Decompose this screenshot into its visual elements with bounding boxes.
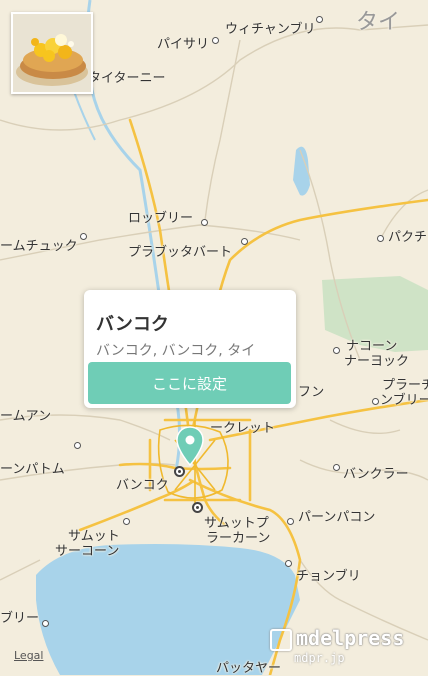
- city-marker: [372, 398, 379, 405]
- city-marker: [201, 219, 208, 226]
- map-label-fun: フン: [298, 385, 325, 400]
- city-marker: [333, 464, 340, 471]
- map-label-prachin2: ンブリー: [380, 393, 428, 408]
- map-label-tai: タイ: [356, 10, 401, 35]
- map-label-mamuan: ームアン: [0, 409, 52, 424]
- map-label-chuck: ームチュック: [0, 239, 78, 254]
- city-marker: [377, 235, 384, 242]
- watermark-logo-icon: [270, 628, 292, 651]
- map-label-samutp2: ラーカーン: [206, 531, 271, 546]
- thumbnail-photo[interactable]: [11, 12, 93, 94]
- map-label-samut2: サーコーン: [55, 544, 120, 559]
- watermark-text: mdelpress: [296, 626, 405, 650]
- map-label-bangkok: バンコク: [116, 478, 169, 493]
- pancake-image: [13, 14, 91, 92]
- city-marker: [212, 37, 219, 44]
- map-label-bangkra: バンクラー: [343, 467, 409, 482]
- location-pin-icon[interactable]: [175, 425, 205, 467]
- map-label-pathum: ーンパトム: [0, 462, 65, 477]
- set-here-button[interactable]: ここに設定: [88, 362, 291, 404]
- city-marker: [123, 518, 130, 525]
- legal-link[interactable]: Legal: [14, 649, 43, 662]
- map-label-panpakon: パーンパコン: [298, 510, 376, 525]
- popup-subtitle: バンコク, バンコク, タイ: [96, 343, 256, 359]
- map-label-loburi: ロッブリー: [128, 211, 194, 226]
- city-marker: [80, 233, 87, 240]
- map-label-parabatbat: プラブッタバート: [128, 245, 233, 260]
- city-marker: [241, 238, 248, 245]
- watermark-url: mdpr.jp: [294, 650, 345, 665]
- city-marker: [287, 518, 294, 525]
- city-marker: [74, 442, 81, 449]
- map-label-paisari: パイサリ: [157, 37, 210, 52]
- map-label-pakuchi: パクチ: [388, 230, 428, 245]
- popup-title: バンコク: [96, 314, 169, 335]
- city-marker: [285, 560, 292, 567]
- map-label-taitani: タイターニー: [88, 71, 166, 86]
- city-marker-large: [192, 502, 203, 513]
- map-label-wichanburi: ウィチャンブリ: [225, 22, 316, 37]
- city-marker: [333, 347, 340, 354]
- watermark: mdelpress mdpr.jp: [270, 626, 404, 665]
- map-label-buri: ブリー: [0, 611, 40, 626]
- capital-marker: [174, 466, 185, 477]
- city-marker: [42, 620, 49, 627]
- gulf-water: [36, 544, 300, 675]
- map-label-nayok: ナーヨック: [344, 354, 410, 369]
- map-label-chonburi: チョンブリ: [296, 569, 361, 584]
- city-marker: [316, 16, 323, 23]
- map-label-secret: ークレット: [210, 421, 276, 436]
- location-popup: バンコク バンコク, バンコク, タイ ここに設定: [84, 290, 296, 408]
